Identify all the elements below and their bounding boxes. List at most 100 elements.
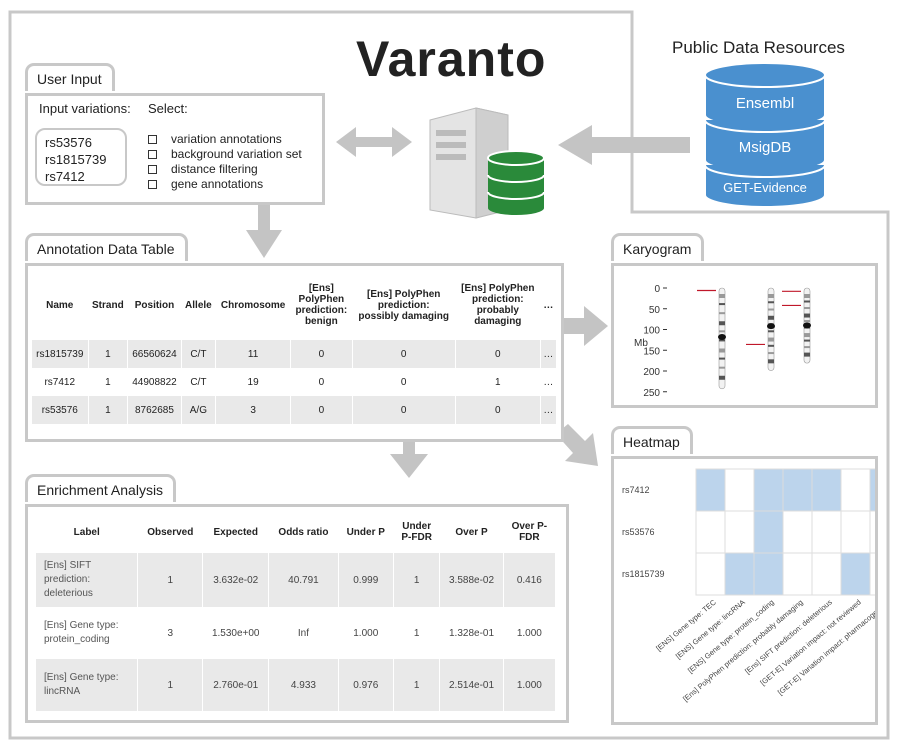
option-variation-annotations[interactable]: variation annotations: [148, 132, 302, 147]
tick-label: 0: [654, 284, 660, 295]
heatmap-cell[interactable]: [840, 510, 871, 554]
checkbox[interactable]: [148, 165, 157, 174]
chromosome-band: [768, 330, 774, 333]
table-cell: C/T: [181, 368, 217, 396]
heatmap-cell[interactable]: [753, 510, 784, 554]
table-cell: …: [137, 711, 204, 720]
heatmap-cell[interactable]: [811, 468, 842, 512]
heatmap-cell[interactable]: [695, 468, 726, 512]
table-cell: …: [540, 368, 558, 396]
variation-item: rs1815739: [45, 152, 107, 167]
table-cell: 4.933: [268, 659, 339, 711]
heatmap-tab[interactable]: Heatmap: [611, 426, 693, 454]
heatmap-cell[interactable]: [840, 468, 871, 512]
enrichment-panel: Label Observed Expected Odds ratio Under P Un…: [25, 504, 569, 723]
table-cell: rs1815739: [32, 340, 89, 368]
chromosome-band: [768, 308, 774, 311]
table-cell: 1.328e-01: [439, 607, 504, 659]
heatmap-cell[interactable]: [782, 510, 813, 554]
table-row[interactable]: rs53576 1 8762685 A/G 3 0 0 0…: [32, 396, 558, 424]
annotation-table-tab[interactable]: Annotation Data Table: [25, 233, 188, 261]
tick-label: 50: [649, 305, 661, 316]
chromosome-band: [804, 339, 810, 342]
option-distance-filtering[interactable]: distance filtering: [148, 162, 302, 177]
column-header: Label: [36, 511, 139, 553]
chromosome[interactable]: [767, 287, 775, 371]
chromosome-band: [804, 333, 810, 338]
karyogram-chart: 050100150200250Mb: [634, 284, 811, 399]
table-row[interactable]: ………………………: [32, 424, 558, 439]
chromosome-band: [719, 321, 725, 326]
column-header: Expected: [202, 511, 270, 553]
table-cell: …: [338, 711, 395, 720]
user-input-tab[interactable]: User Input: [25, 63, 115, 91]
table-cell: 1: [137, 553, 204, 607]
chromosome-band: [804, 294, 810, 298]
select-label: Select:: [148, 101, 188, 116]
heatmap-cell[interactable]: [811, 552, 842, 596]
checkbox[interactable]: [148, 135, 157, 144]
tick-label: 250: [643, 388, 660, 399]
checkbox[interactable]: [148, 150, 157, 159]
heatmap-cell[interactable]: [695, 510, 726, 554]
variation-item: rs7412: [45, 169, 85, 184]
table-row[interactable]: [Ens] Gene type: lincRNA 1 2.760e-01 4.933 0.…: [36, 659, 557, 711]
table-cell: …: [202, 711, 270, 720]
heatmap-cell[interactable]: [782, 552, 813, 596]
green-database-icon: [487, 150, 545, 215]
heatmap-cell[interactable]: [811, 510, 842, 554]
variation-item: rs53576: [45, 135, 92, 150]
heatmap-cell[interactable]: [724, 468, 755, 512]
heatmap-cell[interactable]: [753, 468, 784, 512]
heatmap-cell[interactable]: [724, 552, 755, 596]
table-cell: 0: [455, 396, 541, 424]
annotation-table-panel: Name Strand Position Allele Chromosome [Ens] P…: [25, 263, 564, 442]
table-cell: …: [352, 424, 456, 439]
table-cell: 0.416: [503, 553, 557, 607]
column-header: Under P-FDR: [393, 511, 441, 553]
table-cell: 3.632e-02: [202, 553, 270, 607]
column-header: Over P: [439, 511, 504, 553]
chromosome-band: [719, 375, 725, 380]
karyogram-panel: 0 50 100 150 200 250 Mb: [611, 263, 878, 408]
table-cell: …: [36, 711, 139, 720]
column-header: [Ens] PolyPhen prediction: probably damagin…: [455, 270, 541, 340]
centromere: [767, 323, 775, 330]
chromosome-band: [768, 344, 774, 347]
heatmap-cell[interactable]: [724, 510, 755, 554]
table-cell: 1.530e+00: [202, 607, 270, 659]
table-cell: rs7412: [32, 368, 89, 396]
table-cell: 1: [393, 553, 441, 607]
table-cell: 1: [393, 659, 441, 711]
table-cell: 3.588e-02: [439, 553, 504, 607]
heatmap-cell[interactable]: [869, 510, 900, 554]
chromosome-band: [768, 352, 774, 355]
table-cell: 44908822: [127, 368, 182, 396]
heatmap-cell[interactable]: [869, 468, 900, 512]
column-header: Observed: [137, 511, 204, 553]
heatmap-cell[interactable]: [869, 552, 900, 596]
table-cell: …: [88, 424, 129, 439]
chromosome-band: [804, 352, 810, 357]
table-cell: 1.000: [503, 607, 557, 659]
option-gene-annotations[interactable]: gene annotations: [148, 177, 302, 192]
chromosome-band: [768, 359, 774, 364]
heatmap-cell[interactable]: [753, 552, 784, 596]
heatmap-cell[interactable]: [840, 552, 871, 596]
table-row[interactable]: [Ens] Gene type: protein_coding 3 1.530e+00…: [36, 607, 557, 659]
heatmap-cell[interactable]: [782, 468, 813, 512]
checkbox[interactable]: [148, 180, 157, 189]
column-header: Allele: [181, 270, 217, 340]
table-row[interactable]: rs1815739 1 66560624 C/T 11 0 0 0…: [32, 340, 558, 368]
table-row[interactable]: rs7412 1 44908822 C/T 19 0 0 1…: [32, 368, 558, 396]
table-row[interactable]: ……………………: [36, 711, 557, 720]
enrichment-tab[interactable]: Enrichment Analysis: [25, 474, 177, 502]
chromosome-band: [719, 312, 725, 315]
karyogram-tab[interactable]: Karyogram: [611, 233, 705, 261]
heatmap-cell[interactable]: [695, 552, 726, 596]
option-background-set[interactable]: background variation set: [148, 147, 302, 162]
heatmap-panel: rs7412 rs53576 rs1815739 [ENS] Gene type: T…: [611, 456, 900, 725]
table-row[interactable]: [Ens] SIFT prediction: deleterious 1 3.632e-…: [36, 553, 557, 607]
tick-label: 100: [643, 326, 660, 337]
variation-input-box[interactable]: rs53576 rs1815739 rs7412: [35, 128, 127, 186]
